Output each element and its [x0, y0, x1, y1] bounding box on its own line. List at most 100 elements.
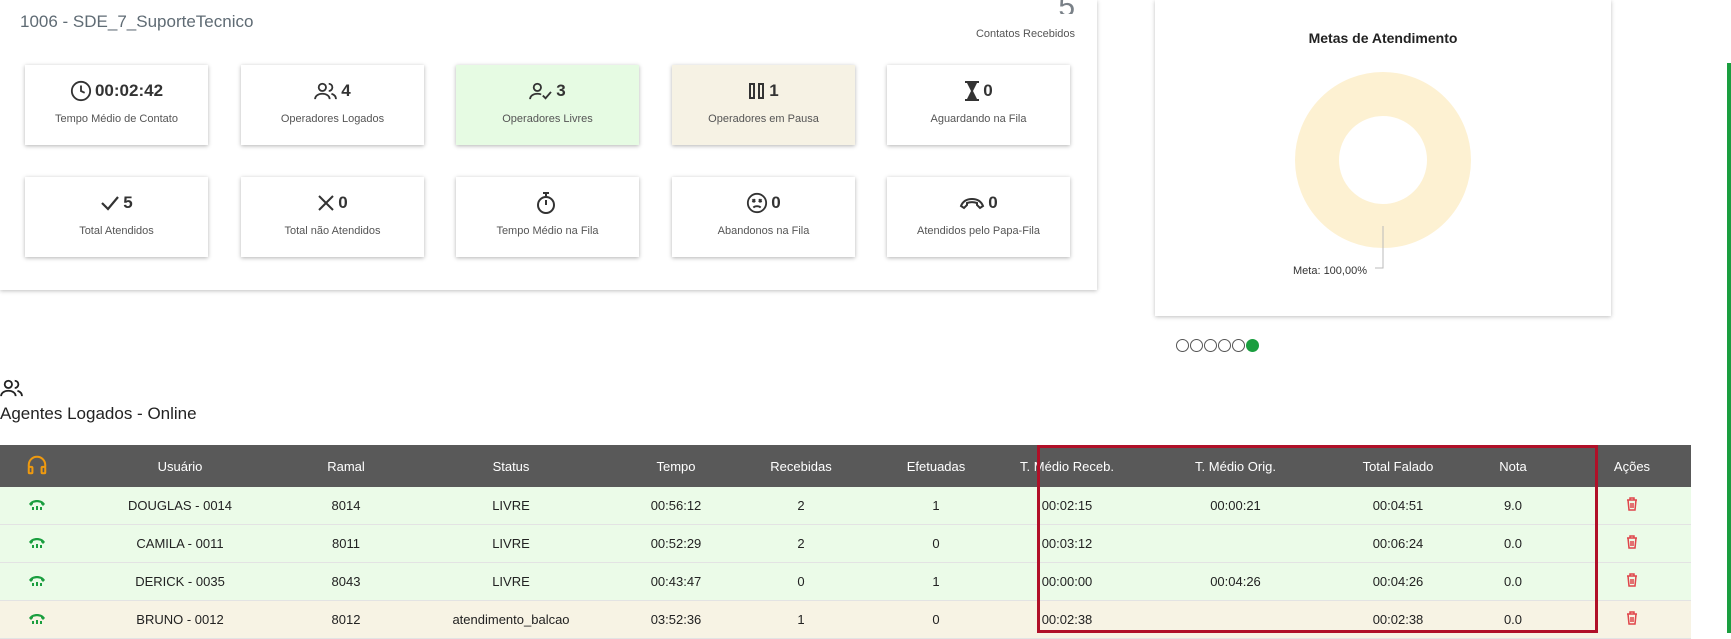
trash-icon[interactable]: [1626, 535, 1638, 549]
users-icon: [314, 82, 338, 100]
column-header[interactable]: Efetuadas: [866, 445, 1006, 487]
cell-recebidas: 0: [736, 562, 866, 601]
stat-value: 3: [556, 81, 566, 100]
column-header[interactable]: T. Médio Orig.: [1128, 445, 1343, 487]
carousel-dot-1[interactable]: [1176, 339, 1189, 352]
trash-icon[interactable]: [1626, 497, 1638, 511]
column-header: Ações: [1573, 445, 1691, 487]
cell-actions: [1573, 562, 1691, 601]
carousel-dot-4[interactable]: [1218, 339, 1231, 352]
stat-card-paused-operators: 1 Operadores em Pausa: [672, 65, 855, 145]
cell-tm-receb: 00:02:15: [1006, 487, 1128, 525]
queue-summary-panel: 1006 - SDE_7_SuporteTecnico 5 Contatos R…: [0, 0, 1097, 290]
received-label: Contatos Recebidos: [975, 28, 1075, 40]
cell-tm-receb: 00:00:00: [1006, 562, 1128, 601]
column-header[interactable]: Nota: [1453, 445, 1573, 487]
cell-tm-orig: 00:00:21: [1128, 487, 1343, 525]
received-contacts: 5 Contatos Recebidos: [976, 0, 1075, 40]
cell-user: CAMILA - 0011: [74, 524, 286, 563]
table-row: CAMILA - 0011 8011 LIVRE 00:52:29 2 0 00…: [0, 524, 1691, 563]
hourglass-icon: [965, 81, 980, 101]
check-icon: [101, 196, 120, 211]
cell-recebidas: 2: [736, 487, 866, 525]
cell-tm-orig: 00:04:26: [1128, 562, 1343, 601]
stat-label: Abandonos na Fila: [717, 225, 810, 237]
stat-card-waiting-queue: 0 Aguardando na Fila: [887, 65, 1070, 145]
headset-icon: [27, 455, 47, 474]
stat-value: 00:02:42: [94, 81, 164, 100]
stat-value: 4: [341, 81, 351, 100]
cell-user: DOUGLAS - 0014: [74, 487, 286, 525]
stat-label: Aguardando na Fila: [930, 113, 1027, 125]
trash-icon[interactable]: [1626, 573, 1638, 587]
carousel-dot-3[interactable]: [1204, 339, 1217, 352]
agents-section-title: Agentes Logados - Online: [0, 404, 197, 423]
stat-card-avg-contact-time: 00:02:42 Tempo Médio de Contato: [25, 65, 208, 145]
stat-label: Operadores Logados: [280, 113, 385, 125]
goal-meta-label: Meta: 100,00%: [1293, 265, 1367, 277]
stat-value: 0: [771, 193, 781, 212]
stat-card-free-operators: 3 Operadores Livres: [456, 65, 639, 145]
carousel-dot-5[interactable]: [1232, 339, 1245, 352]
cell-status: LIVRE: [406, 487, 616, 525]
column-header[interactable]: Ramal: [286, 445, 406, 487]
cell-total-falado: 00:04:26: [1343, 562, 1453, 601]
column-header[interactable]: Status: [406, 445, 616, 487]
carousel-dot-6[interactable]: [1246, 339, 1259, 352]
cell-recebidas: 2: [736, 524, 866, 563]
cell-tempo: 00:43:47: [616, 562, 736, 601]
stat-value: 0: [988, 193, 998, 212]
cell-nota: 9.0: [1453, 487, 1573, 525]
phone-icon: [29, 576, 45, 586]
carousel-pager: [1176, 339, 1259, 352]
cell-ramal: 8011: [286, 524, 406, 563]
carousel-dot-2[interactable]: [1190, 339, 1203, 352]
agents-table: Usuário Ramal Status Tempo Recebidas Efe…: [0, 445, 1691, 639]
sad-face-icon: [747, 192, 768, 214]
goal-donut-ring: [1295, 72, 1471, 248]
phone-hangup-icon: [960, 197, 985, 210]
service-goals-panel: Metas de Atendimento Meta: 100,00%: [1155, 0, 1611, 316]
table-row: DERICK - 0035 8043 LIVRE 00:43:47 0 1 00…: [0, 562, 1691, 601]
phone-icon: [29, 500, 45, 510]
scroll-indicator: [1727, 63, 1731, 633]
column-header[interactable]: Usuário: [74, 445, 286, 487]
phone-status-cell: [0, 487, 74, 525]
agents-users-icon: [0, 379, 23, 397]
stat-card-queue-abandons: 0 Abandonos na Fila: [672, 177, 855, 257]
cell-status: LIVRE: [406, 524, 616, 563]
trash-icon[interactable]: [1626, 611, 1638, 625]
column-header[interactable]: T. Médio Receb.: [1006, 445, 1128, 487]
cell-tempo: 00:52:29: [616, 524, 736, 563]
stat-card-logged-operators: 4 Operadores Logados: [241, 65, 424, 145]
stat-label: Tempo Médio na Fila: [496, 225, 599, 237]
stat-label: Total não Atendidos: [284, 225, 381, 237]
column-header[interactable]: Recebidas: [736, 445, 866, 487]
stat-label: Operadores em Pausa: [708, 113, 819, 125]
cell-total-falado: 00:06:24: [1343, 524, 1453, 563]
stat-label: Atendidos pelo Papa-Fila: [917, 225, 1040, 237]
stat-card-total-answered: 5 Total Atendidos: [25, 177, 208, 257]
column-header[interactable]: Tempo: [616, 445, 736, 487]
received-count: 5: [976, 0, 1075, 14]
cell-nota: 0.0: [1453, 524, 1573, 563]
cell-total-falado: 00:04:51: [1343, 487, 1453, 525]
cell-ramal: 8043: [286, 562, 406, 601]
phone-icon: [29, 614, 45, 624]
clock-icon: [70, 80, 92, 102]
stat-label: Tempo Médio de Contato: [55, 113, 178, 125]
cell-user: DERICK - 0035: [74, 562, 286, 601]
x-icon: [318, 195, 334, 211]
column-header[interactable]: Total Falado: [1343, 445, 1453, 487]
cell-actions: [1573, 487, 1691, 525]
stat-value: 0: [338, 193, 348, 212]
goal-donut-chart: Meta: 100,00%: [1293, 72, 1471, 277]
stopwatch-icon: [537, 192, 555, 214]
stat-value: 0: [983, 81, 993, 100]
cell-efetuadas: 0: [866, 524, 1006, 563]
stat-value: 5: [123, 193, 133, 212]
cell-tempo: 00:56:12: [616, 487, 736, 525]
user-check-icon: [529, 82, 552, 100]
cell-status: LIVRE: [406, 562, 616, 601]
stat-card-total-not-answered: 0 Total não Atendidos: [241, 177, 424, 257]
